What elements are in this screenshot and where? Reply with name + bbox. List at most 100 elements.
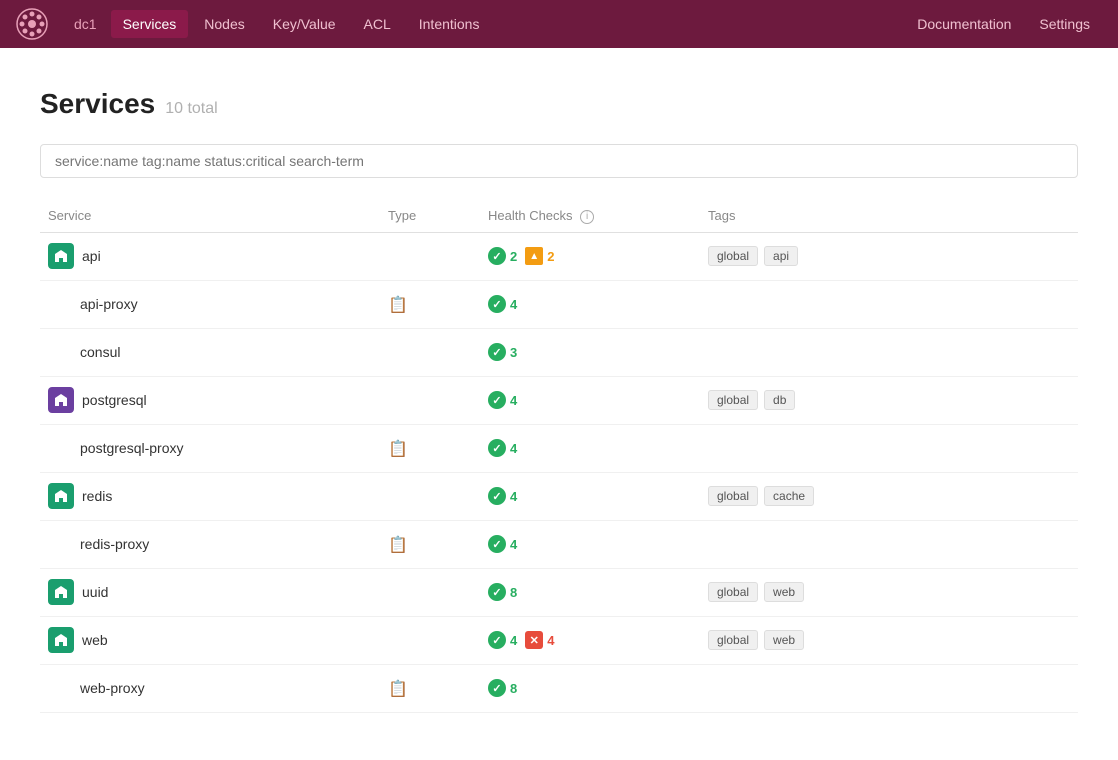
table-body: api ✓ 2 ▲ 2 globalapiapi-proxy📋 ✓ 4 cons… <box>40 233 1078 713</box>
health-col: ✓ 4 <box>480 535 700 553</box>
table-row[interactable]: web-proxy 📋 ✓ 8 <box>40 665 1078 713</box>
service-name-label: postgresql-proxy <box>80 440 184 456</box>
tag-badge: cache <box>764 486 814 506</box>
col-service: Service <box>40 208 380 224</box>
check-green-count: 4 <box>510 441 517 456</box>
proxy-copy-icon: 📋 <box>388 297 408 314</box>
table-header: Service Type Health Checks i Tags <box>40 202 1078 233</box>
check-green-icon: ✓ <box>488 583 506 601</box>
health-col: ✓ 4 <box>480 391 700 409</box>
datacenter-label[interactable]: dc1 <box>64 10 107 38</box>
check-red-icon: ✕ <box>525 631 543 649</box>
col-type: Type <box>380 208 480 224</box>
check-green-count: 4 <box>510 489 517 504</box>
table-row[interactable]: postgresql-proxy 📋 ✓ 4 <box>40 425 1078 473</box>
health-col: ✓ 8 <box>480 679 700 697</box>
service-type-icon <box>48 243 74 269</box>
proxy-copy-icon: 📋 <box>388 537 408 554</box>
health-orange-badge: ▲ 2 <box>525 247 554 265</box>
tags-col: global db <box>700 390 1078 410</box>
health-col: ✓ 4 <box>480 487 700 505</box>
table-row[interactable]: uuid ✓ 8 global web <box>40 569 1078 617</box>
col-tags: Tags <box>700 208 1078 224</box>
proxy-copy-icon: 📋 <box>388 681 408 698</box>
service-type-col: 📋 <box>380 678 480 699</box>
service-type-col: 📋 <box>380 534 480 555</box>
health-green-badge: ✓ 2 <box>488 247 517 265</box>
check-green-count: 4 <box>510 633 517 648</box>
check-green-icon: ✓ <box>488 487 506 505</box>
nav-intentions[interactable]: Intentions <box>407 10 492 38</box>
table-row[interactable]: consul ✓ 3 <box>40 329 1078 377</box>
nav-settings[interactable]: Settings <box>1027 10 1102 38</box>
check-orange-count: 2 <box>547 249 554 264</box>
tag-badge: web <box>764 582 804 602</box>
check-green-icon: ✓ <box>488 439 506 457</box>
service-name-label: redis <box>82 488 112 504</box>
page-heading: Services 10 total <box>40 88 1078 120</box>
service-name-label: consul <box>80 344 120 360</box>
check-green-icon: ✓ <box>488 679 506 697</box>
check-green-count: 3 <box>510 345 517 360</box>
tag-badge: db <box>764 390 795 410</box>
tag-badge: global <box>708 582 758 602</box>
health-info-icon: i <box>580 210 594 224</box>
tags-col: global web <box>700 582 1078 602</box>
tag-badge: web <box>764 630 804 650</box>
service-type-icon <box>48 483 74 509</box>
check-green-icon: ✓ <box>488 535 506 553</box>
service-name-label: web <box>82 632 108 648</box>
table-row[interactable]: api-proxy📋 ✓ 4 <box>40 281 1078 329</box>
nav-acl[interactable]: ACL <box>352 10 403 38</box>
nav-services[interactable]: Services <box>111 10 189 38</box>
proxy-copy-icon: 📋 <box>388 441 408 458</box>
tags-col: global cache <box>700 486 1078 506</box>
service-type-icon <box>48 579 74 605</box>
check-green-icon: ✓ <box>488 631 506 649</box>
service-name-label: redis-proxy <box>80 536 149 552</box>
tag-badge: global <box>708 630 758 650</box>
check-green-icon: ✓ <box>488 343 506 361</box>
table-row[interactable]: postgresql ✓ 4 globaldb <box>40 377 1078 425</box>
check-green-count: 4 <box>510 393 517 408</box>
health-green-badge: ✓ 3 <box>488 343 517 361</box>
tag-badge: api <box>764 246 798 266</box>
table-row[interactable]: redis ✓ 4 global cache <box>40 473 1078 521</box>
main-content: Services 10 total Service Type Health Ch… <box>0 48 1118 733</box>
health-col: ✓ 8 <box>480 583 700 601</box>
tag-badge: global <box>708 390 758 410</box>
health-red-badge: ✕ 4 <box>525 631 554 649</box>
check-green-icon: ✓ <box>488 295 506 313</box>
health-green-badge: ✓ 4 <box>488 295 517 313</box>
service-name-label: web-proxy <box>80 680 145 696</box>
service-type-col: 📋 <box>380 294 480 315</box>
check-green-count: 4 <box>510 537 517 552</box>
table-row[interactable]: redis-proxy 📋 ✓ 4 <box>40 521 1078 569</box>
health-green-badge: ✓ 4 <box>488 391 517 409</box>
tag-badge: global <box>708 486 758 506</box>
check-green-count: 8 <box>510 585 517 600</box>
nav-documentation[interactable]: Documentation <box>905 10 1023 38</box>
search-input[interactable] <box>40 144 1078 178</box>
health-col: ✓ 2 ▲ 2 <box>480 247 700 265</box>
tags-col: globalapi <box>700 246 1078 266</box>
check-green-icon: ✓ <box>488 247 506 265</box>
nav-keyvalue[interactable]: Key/Value <box>261 10 348 38</box>
service-type-icon <box>48 627 74 653</box>
check-orange-icon: ▲ <box>525 247 543 265</box>
nav-nodes[interactable]: Nodes <box>192 10 256 38</box>
table-row[interactable]: web ✓ 4 ✕ 4 global web <box>40 617 1078 665</box>
service-name-label: uuid <box>82 584 108 600</box>
page-title: Services <box>40 88 155 120</box>
check-green-count: 4 <box>510 297 517 312</box>
health-green-badge: ✓ 8 <box>488 583 517 601</box>
navbar: dc1 Services Nodes Key/Value ACL Intenti… <box>0 0 1118 48</box>
health-green-badge: ✓ 4 <box>488 439 517 457</box>
check-green-count: 2 <box>510 249 517 264</box>
health-col: ✓ 4 ✕ 4 <box>480 631 700 649</box>
health-col: ✓ 4 <box>480 439 700 457</box>
check-green-count: 8 <box>510 681 517 696</box>
table-row[interactable]: api ✓ 2 ▲ 2 globalapi <box>40 233 1078 281</box>
health-col: ✓ 3 <box>480 343 700 361</box>
page-count: 10 total <box>165 100 217 118</box>
